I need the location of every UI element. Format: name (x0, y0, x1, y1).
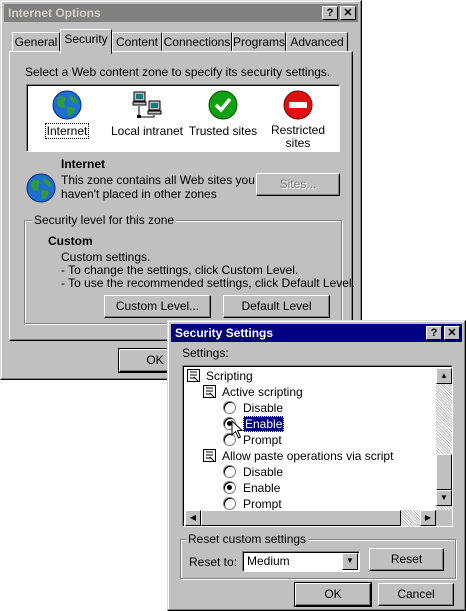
sites-button[interactable]: Sites... (256, 173, 340, 196)
zone-trusted-sites[interactable]: Trusted sites (187, 89, 259, 138)
security-settings-window: Security Settings ? ✕ Settings: Scriptin… (167, 320, 466, 611)
chevron-down-icon[interactable]: ▼ (342, 553, 358, 570)
help-button[interactable]: ? (322, 6, 338, 20)
scrollbar-corner (436, 510, 452, 526)
ok-button[interactable]: OK (294, 582, 372, 607)
script-settings-icon (203, 449, 216, 462)
reset-to-dropdown[interactable]: Medium ▼ (242, 551, 360, 572)
close-button[interactable]: ✕ (444, 326, 460, 340)
globe-icon (26, 173, 56, 203)
radio-enable[interactable] (223, 481, 236, 494)
scrollbar-thumb[interactable] (436, 454, 452, 490)
reset-button[interactable]: Reset (369, 548, 444, 571)
option-disable[interactable]: Disable (223, 400, 283, 416)
network-computers-icon (132, 91, 162, 118)
option-disable[interactable]: Disable (223, 464, 283, 480)
forbidden-icon (283, 90, 313, 120)
zone-title: Internet (61, 157, 106, 171)
check-icon (208, 90, 238, 120)
globe-icon (52, 90, 82, 120)
internet-options-title: Internet Options (8, 6, 101, 20)
tree-setting-allow-paste[interactable]: Allow paste operations via script (203, 448, 393, 464)
radio-disable[interactable] (223, 465, 236, 478)
settings-tree[interactable]: Scripting Active scripting Disable Enabl… (182, 365, 453, 527)
zone-internet-label: Internet (44, 123, 90, 139)
scroll-up-button[interactable]: ▲ (436, 368, 452, 384)
tab-programs[interactable]: Programs (232, 32, 286, 52)
zone-description-line-1: This zone contains all Web sites you (61, 173, 255, 187)
security-level-desc-1: Custom settings. (61, 250, 151, 264)
scroll-left-button[interactable]: ◀ (185, 510, 201, 526)
tab-security[interactable]: Security (60, 29, 112, 54)
script-settings-icon (203, 385, 216, 398)
default-level-button[interactable]: Default Level (223, 295, 330, 318)
zone-prompt: Select a Web content zone to specify its… (25, 65, 331, 79)
tree-category-scripting[interactable]: Scripting (187, 368, 253, 384)
zone-local-intranet[interactable]: Local intranet (107, 89, 187, 138)
tab-advanced[interactable]: Advanced (286, 32, 348, 52)
reset-group-label: Reset custom settings (186, 532, 309, 546)
zone-restricted-sites-label: Restricted sites (270, 123, 326, 150)
scroll-right-button[interactable]: ▶ (420, 510, 436, 526)
security-level-name: Custom (48, 234, 93, 248)
zone-list: Internet Local intranet Trusted sites Re… (26, 84, 340, 152)
scroll-down-button[interactable]: ▼ (436, 490, 452, 506)
security-tab-panel: Select a Web content zone to specify its… (9, 51, 355, 341)
close-button[interactable]: ✕ (340, 6, 356, 20)
tab-content[interactable]: Content (112, 32, 162, 52)
zone-description-line-2: haven't placed in other zones (61, 187, 217, 201)
security-level-desc-3: - To use the recommended settings, click… (61, 276, 355, 290)
tree-setting-active-scripting[interactable]: Active scripting (203, 384, 303, 400)
settings-label: Settings: (182, 346, 229, 360)
script-settings-icon (187, 369, 200, 382)
tab-connections[interactable]: Connections (162, 32, 232, 52)
security-level-desc-2: - To change the settings, click Custom L… (61, 263, 299, 277)
security-settings-titlebar[interactable]: Security Settings ? ✕ (171, 324, 462, 342)
zone-restricted-sites[interactable]: Restricted sites (263, 89, 333, 150)
radio-disable[interactable] (223, 401, 236, 414)
help-button[interactable]: ? (426, 326, 442, 340)
security-level-group-label: Security level for this zone (32, 213, 177, 227)
tab-general[interactable]: General (12, 32, 60, 52)
security-settings-title: Security Settings (175, 326, 274, 340)
internet-options-titlebar[interactable]: Internet Options ? ✕ (4, 4, 358, 22)
radio-prompt[interactable] (223, 497, 236, 510)
reset-to-label: Reset to: (189, 555, 238, 569)
zone-internet[interactable]: Internet (37, 89, 97, 139)
zone-trusted-sites-label: Trusted sites (188, 124, 258, 138)
zone-local-intranet-label: Local intranet (110, 124, 184, 138)
mouse-cursor-icon (231, 420, 244, 439)
option-enable[interactable]: Enable (223, 480, 280, 496)
cancel-button[interactable]: Cancel (378, 583, 454, 606)
custom-level-button[interactable]: Custom Level... (104, 295, 211, 318)
horizontal-scrollbar-thumb[interactable] (201, 510, 401, 526)
